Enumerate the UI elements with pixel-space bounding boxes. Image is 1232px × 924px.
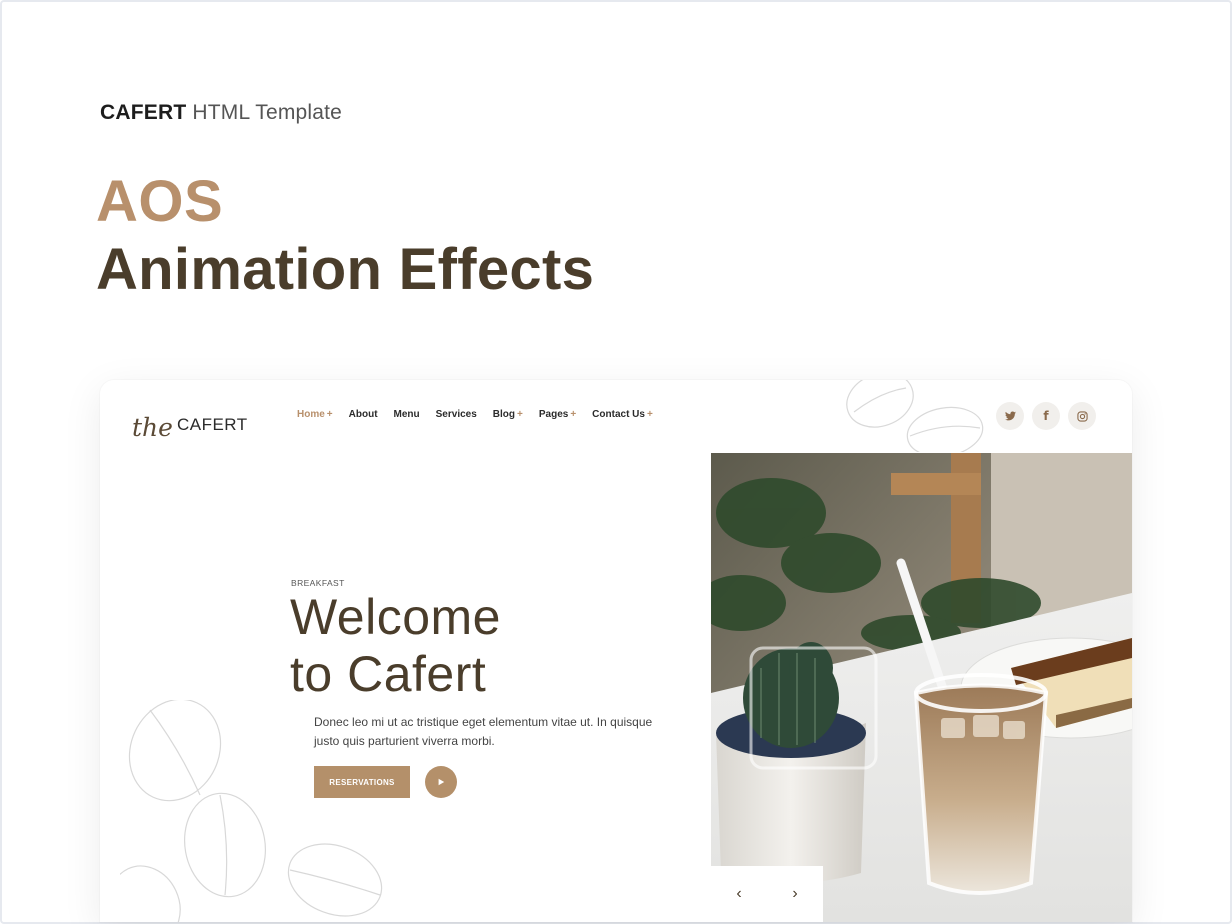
chevron-right-icon[interactable]: ›	[780, 885, 810, 903]
nav-about[interactable]: About	[349, 409, 378, 420]
hero-title-line1: Welcome	[290, 589, 501, 645]
brand-subtitle: HTML Template	[192, 101, 343, 124]
logo-script: the	[132, 413, 173, 442]
plus-icon: +	[570, 409, 577, 420]
main-nav: Home + About Menu Services Blog + Pages + C…	[297, 409, 669, 420]
hero-description: Donec leo mi ut ac tristique eget elemen…	[314, 715, 653, 748]
hero-title-line2: to Cafert	[290, 646, 487, 702]
brand-name: CAFERT	[100, 101, 187, 124]
chevron-left-icon[interactable]: ‹	[724, 885, 754, 903]
nav-menu[interactable]: Menu	[394, 409, 420, 420]
coffee-beans-decoration-top	[846, 380, 984, 452]
nav-pages[interactable]: Pages +	[539, 409, 576, 420]
plus-icon: +	[646, 409, 653, 420]
template-title: CAFERT HTML Template	[100, 101, 342, 125]
hero-eyebrow: BREAKFAST	[291, 578, 345, 588]
website-preview: the CAFERT Home + About Menu Services Blo…	[100, 380, 1132, 922]
slider-controls: ‹ ›	[711, 866, 823, 922]
instagram-icon[interactable]	[1068, 402, 1096, 430]
facebook-icon[interactable]: f	[1032, 402, 1060, 430]
nav-contact[interactable]: Contact Us +	[592, 409, 653, 420]
heading-animation-effects: Animation Effects	[96, 237, 595, 302]
nav-home[interactable]: Home +	[297, 409, 333, 420]
reservations-button[interactable]: RESERVATIONS	[314, 766, 410, 798]
twitter-icon[interactable]	[996, 402, 1024, 430]
plus-icon: +	[517, 409, 523, 420]
social-links: f	[996, 402, 1096, 430]
site-logo[interactable]: the CAFERT	[132, 394, 248, 442]
play-video-button[interactable]	[425, 766, 457, 798]
plus-icon: +	[326, 409, 333, 420]
nav-blog[interactable]: Blog +	[493, 409, 523, 420]
nav-services[interactable]: Services	[436, 409, 477, 420]
heading-aos: AOS	[96, 169, 224, 234]
play-icon	[438, 778, 445, 786]
hero-image	[711, 453, 1132, 922]
logo-name: CAFERT	[176, 415, 248, 434]
